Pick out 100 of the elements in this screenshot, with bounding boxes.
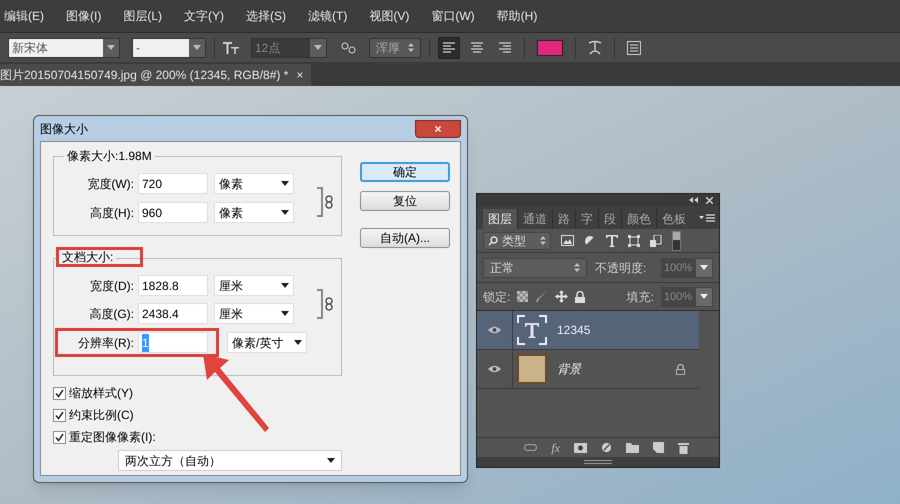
layer-row[interactable]: 背景: [477, 350, 699, 389]
link-bracket: [317, 289, 323, 319]
panel-tab[interactable]: 路: [552, 209, 575, 229]
unit-dropdown[interactable]: 像素: [214, 173, 294, 194]
image-icon[interactable]: [561, 235, 574, 246]
checkerboard-icon[interactable]: [517, 291, 528, 302]
lock-label: 锁定:: [483, 288, 510, 306]
dialog-button[interactable]: 复位: [360, 191, 450, 211]
caret-icon: [314, 45, 322, 50]
font-family-dropdown[interactable]: 新宋体: [8, 38, 120, 58]
panel-tab[interactable]: 颜色: [621, 209, 656, 229]
text-size-icon: [223, 40, 239, 54]
trash-icon[interactable]: [678, 442, 689, 454]
checkbox[interactable]: [53, 430, 66, 444]
menu-item[interactable]: 滤镜(T): [308, 7, 348, 25]
unit-dropdown[interactable]: 像素: [214, 202, 294, 223]
panel-tab[interactable]: 通道: [517, 209, 552, 229]
unit-dropdown[interactable]: 厘米: [214, 275, 294, 296]
fill-label: 填充:: [626, 288, 654, 306]
input-field[interactable]: 720: [138, 173, 208, 194]
resize-grip[interactable]: [584, 460, 612, 464]
panel-tab[interactable]: 段: [598, 209, 621, 229]
dialog-button[interactable]: 自动(A)...: [360, 228, 450, 248]
unit-dropdown[interactable]: 像素/英寸: [227, 332, 307, 353]
caret-icon: [700, 265, 708, 270]
mask-icon[interactable]: [574, 442, 587, 452]
search-icon: [488, 236, 498, 246]
link-bracket: [317, 187, 323, 217]
filter-dropdown[interactable]: 类型: [483, 232, 551, 250]
input-field[interactable]: 960: [138, 202, 208, 223]
lock-icon[interactable]: [575, 290, 586, 302]
checkbox-label: 缩放样式(Y): [69, 385, 133, 402]
caret-icon: [281, 210, 289, 215]
close-button[interactable]: ×: [415, 120, 461, 138]
panel-tab[interactable]: 图层: [483, 209, 517, 229]
menu-item[interactable]: 编辑(E): [4, 7, 44, 25]
menu-item[interactable]: 图层(L): [123, 7, 162, 25]
text-layer-icon: [517, 315, 547, 345]
warp-text-icon[interactable]: [588, 40, 602, 56]
opacity-label: 不透明度:: [595, 260, 646, 276]
new-layer-icon[interactable]: [653, 442, 664, 453]
eye-icon[interactable]: [488, 365, 501, 373]
unit-dropdown[interactable]: 厘米: [214, 303, 294, 324]
checkbox[interactable]: [53, 386, 66, 400]
panel-tab[interactable]: 字: [575, 209, 598, 229]
menu-item[interactable]: 视图(V): [369, 7, 410, 25]
move-icon[interactable]: [555, 290, 568, 303]
checkbox[interactable]: [53, 408, 66, 422]
caret-icon: [281, 311, 289, 316]
document-tab[interactable]: 图片20150704150749.jpg @ 200% (12345, RGB/8#) * ×: [0, 64, 312, 86]
caret-icon: [327, 458, 335, 463]
panel-tab[interactable]: 色板: [656, 209, 691, 229]
text-align-icon: [498, 41, 512, 54]
adjustment-icon[interactable]: [601, 442, 612, 453]
filter-toggle[interactable]: [672, 230, 681, 250]
menu-item[interactable]: 窗口(W): [431, 7, 475, 25]
panels-icon[interactable]: [627, 40, 641, 54]
effects-button[interactable]: fx: [551, 442, 560, 454]
menu-item[interactable]: 图像(I): [66, 7, 102, 25]
brush-icon[interactable]: [535, 290, 548, 303]
caret-icon: [294, 340, 302, 345]
antialias-icon: [341, 42, 357, 54]
caret-icon: [193, 45, 201, 50]
input-field[interactable]: 1828.8: [138, 275, 208, 296]
menu-item[interactable]: 帮助(H): [496, 7, 538, 25]
panel-menu-icon[interactable]: [699, 214, 715, 222]
folder-icon[interactable]: [626, 442, 639, 452]
collapse-icon[interactable]: [689, 197, 698, 203]
chain-link-icon: [325, 195, 333, 209]
image-thumbnail: [517, 354, 547, 384]
font-style-dropdown[interactable]: -: [132, 38, 206, 58]
text-color-swatch[interactable]: [537, 40, 563, 56]
transform-icon[interactable]: [628, 234, 640, 246]
dialog-button[interactable]: 确定: [360, 162, 450, 182]
link-icon[interactable]: [524, 444, 538, 451]
group-legend: 像素大小:1.98M: [64, 149, 155, 163]
eye-icon[interactable]: [488, 326, 501, 334]
chain-link-icon: [325, 297, 333, 311]
up-down-caret-icon: [540, 236, 546, 245]
close-icon[interactable]: [706, 196, 713, 204]
checkmark-icon: [55, 388, 64, 398]
resample-dropdown[interactable]: 两次立方（自动）: [118, 450, 342, 471]
caret-icon: [281, 181, 289, 186]
smart-object-icon[interactable]: [650, 234, 662, 246]
input-field[interactable]: 2438.4: [138, 303, 208, 324]
half-circle-icon[interactable]: [584, 234, 596, 246]
group-legend: 文档大小:: [59, 250, 116, 264]
checkbox-label: 约束比例(C): [69, 407, 134, 424]
align-left-button[interactable]: [438, 36, 460, 58]
menu-item[interactable]: 选择(S): [246, 7, 286, 25]
layer-row[interactable]: 12345: [477, 311, 699, 350]
field-label: 高度(H):: [89, 204, 134, 222]
menu-item[interactable]: 文字(Y): [184, 7, 224, 25]
up-down-caret-icon: [574, 263, 580, 272]
checkmark-icon: [55, 410, 64, 420]
field-label: 高度(G):: [88, 306, 134, 322]
blend-mode-dropdown[interactable]: 正常: [483, 258, 587, 278]
dialog-title: 图像大小: [40, 120, 88, 138]
close-icon[interactable]: ×: [296, 66, 304, 84]
type-icon[interactable]: [606, 234, 618, 246]
